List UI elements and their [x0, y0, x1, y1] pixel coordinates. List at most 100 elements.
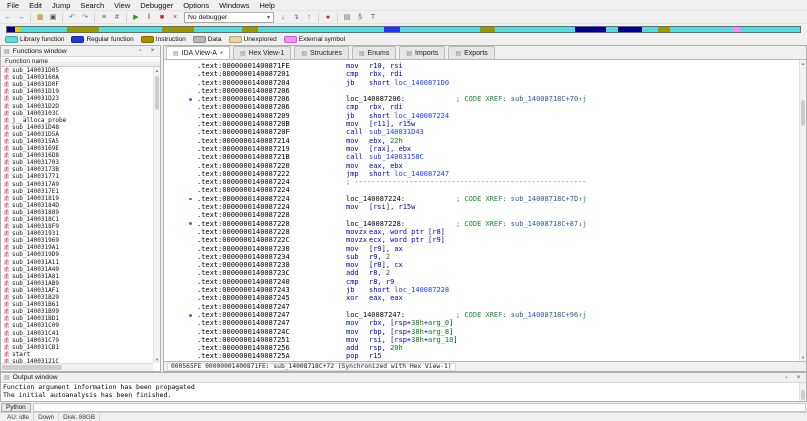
function-list-item[interactable]: f sub_140031D0F: [1, 81, 153, 88]
function-list-item[interactable]: f sub_140031B61: [1, 301, 153, 308]
asm-line[interactable]: .text:0000000140087243 jb short loc_140087…: [164, 286, 799, 294]
function-list-item[interactable]: f sub_140031C79: [1, 337, 153, 344]
function-list-item[interactable]: f sub_140031D48: [1, 124, 153, 131]
asm-line[interactable]: .text:0000000140087206 loc_140087206: ; CO…: [164, 95, 799, 103]
function-list-item[interactable]: f start: [1, 351, 153, 358]
scroll-down-icon[interactable]: ▼: [800, 354, 806, 361]
open-file-icon[interactable]: ▦: [34, 12, 46, 23]
function-list-item[interactable]: f sub_1400319D9: [1, 251, 153, 258]
asm-line[interactable]: .text:000000014008720B mov [r11], r15w: [164, 120, 799, 128]
function-list-item[interactable]: f sub_140031D23: [1, 95, 153, 102]
close-icon[interactable]: ×: [794, 373, 803, 382]
disassembly-vertical-scrollbar[interactable]: ▲ ▼: [799, 60, 806, 361]
menu-debugger[interactable]: Debugger: [135, 0, 178, 10]
asm-line[interactable]: .text:0000000140087224 loc_140087224: ; CO…: [164, 195, 799, 203]
menu-windows[interactable]: Windows: [214, 0, 254, 10]
asm-line[interactable]: .text:0000000140087251 mov rsi, [rsp+38h+a…: [164, 336, 799, 344]
function-list-item[interactable]: f sub_140031703: [1, 159, 153, 166]
function-list-item[interactable]: f sub_14003160A: [1, 74, 153, 81]
function-list-item[interactable]: f sub_1400318C1: [1, 216, 153, 223]
function-list-item[interactable]: f sub_14003169E: [1, 145, 153, 152]
function-list-item[interactable]: f sub_140031A81: [1, 273, 153, 280]
function-name-column-header[interactable]: Function name: [1, 57, 160, 67]
breakpoints-icon[interactable]: ●: [322, 12, 334, 23]
asm-line[interactable]: .text:0000000140087209 jb short loc_140087…: [164, 112, 799, 120]
pause-process-icon[interactable]: ‖: [143, 12, 155, 23]
type-libraries-icon[interactable]: T: [367, 12, 379, 23]
function-list-item[interactable]: f sub_1400319A1: [1, 244, 153, 251]
asm-line[interactable]: .text:0000000140087234 sub r9, 2: [164, 253, 799, 261]
asm-line[interactable]: .text:0000000140087224 ; ----------------…: [164, 178, 799, 186]
output-scroll-thumb[interactable]: [801, 390, 805, 400]
asm-line[interactable]: .text:0000000140087220 mov eax, ebx: [164, 162, 799, 170]
function-list-item[interactable]: f sub_14003184D: [1, 202, 153, 209]
navigation-band[interactable]: [6, 26, 801, 33]
forward-icon[interactable]: →: [15, 12, 27, 23]
asm-line[interactable]: .text:0000000140087247 mov rbx, [rsp+38h+a…: [164, 319, 799, 327]
asm-line[interactable]: .text:0000000140087204 jb short loc_140087…: [164, 79, 799, 87]
functions-horizontal-scrollbar[interactable]: [1, 363, 153, 371]
function-list-item[interactable]: f sub_140031D05: [1, 67, 153, 74]
function-list-item[interactable]: f sub_14003103C: [1, 110, 153, 117]
asm-line[interactable]: .text:0000000140087224: [164, 186, 799, 194]
function-list-item[interactable]: f sub_140031A11: [1, 259, 153, 266]
menu-help[interactable]: Help: [255, 0, 280, 10]
step-into-icon[interactable]: ↓: [277, 12, 289, 23]
asm-line[interactable]: .text:0000000140087222 jmp short loc_14008…: [164, 170, 799, 178]
function-list-item[interactable]: f j__alloca_probe: [1, 117, 153, 124]
save-icon[interactable]: ▣: [47, 12, 59, 23]
python-button[interactable]: Python: [1, 402, 31, 412]
run-until-return-icon[interactable]: ↑: [303, 12, 315, 23]
function-list-item[interactable]: f sub_140031CB1: [1, 344, 153, 351]
asm-line[interactable]: .text:0000000140087201 cmp rbx, rdi: [164, 70, 799, 78]
asm-line[interactable]: .text:00000001400871FE mov r10, rsi: [164, 62, 799, 70]
asm-line[interactable]: .text:0000000140087219 mov [rax], ebx: [164, 145, 799, 153]
search-text-icon[interactable]: ≡: [98, 12, 110, 23]
close-icon[interactable]: ×: [148, 47, 157, 56]
signatures-icon[interactable]: §: [354, 12, 366, 23]
asm-line[interactable]: .text:0000000140087256 add rsp, 20h: [164, 344, 799, 352]
scroll-up-icon[interactable]: ▲: [154, 67, 160, 74]
function-list-item[interactable]: f sub_140031B29: [1, 294, 153, 301]
tab-exports[interactable]: ▤ Exports: [448, 46, 495, 59]
asm-line[interactable]: .text:0000000140087245 xor eax, eax: [164, 294, 799, 302]
python-input[interactable]: [32, 402, 806, 412]
menu-view[interactable]: View: [109, 0, 135, 10]
stop-process-icon[interactable]: ■: [156, 12, 168, 23]
menu-options[interactable]: Options: [178, 0, 214, 10]
asm-line[interactable]: .text:000000014008720F call sub_140031D43: [164, 128, 799, 136]
asm-line[interactable]: .text:0000000140087247: [164, 303, 799, 311]
function-list-item[interactable]: f sub_140031C09: [1, 322, 153, 329]
menu-jump[interactable]: Jump: [47, 0, 75, 10]
function-list-item[interactable]: f sub_1400318F9: [1, 223, 153, 230]
tab-ida-view-a[interactable]: ▤ IDA View-A ●: [166, 46, 230, 59]
jump-back-icon[interactable]: ↶: [66, 12, 78, 23]
output-vertical-scrollbar[interactable]: [799, 383, 806, 401]
function-list-item[interactable]: f sub_140031819: [1, 195, 153, 202]
function-list-item[interactable]: f sub_14003173B: [1, 166, 153, 173]
asm-line[interactable]: .text:0000000140087240 cmp r8, r9: [164, 278, 799, 286]
segments-icon[interactable]: ▤: [341, 12, 353, 23]
search-binary-icon[interactable]: #: [111, 12, 123, 23]
functions-hscroll-thumb[interactable]: [2, 365, 62, 370]
asm-line[interactable]: .text:000000014008725A pop r15: [164, 352, 799, 360]
jump-forward-icon[interactable]: ↷: [79, 12, 91, 23]
asm-line[interactable]: .text:000000014008721B call sub_14003158C: [164, 153, 799, 161]
function-list-item[interactable]: f sub_140031B99: [1, 308, 153, 315]
asm-line[interactable]: .text:0000000140087230 mov [r9], ax: [164, 245, 799, 253]
tab-imports[interactable]: ▤ Imports: [399, 46, 446, 59]
dock-icon[interactable]: ▫: [782, 373, 791, 382]
tab-hex-view-1[interactable]: ▤ Hex View-1: [232, 46, 292, 59]
scroll-down-icon[interactable]: ▼: [154, 356, 160, 363]
function-list-item[interactable]: f sub_140031D19: [1, 88, 153, 95]
function-list-item[interactable]: f sub_140031A49: [1, 266, 153, 273]
menu-edit[interactable]: Edit: [24, 0, 47, 10]
asm-line[interactable]: .text:000000014008724C mov rbp, [rsp+38h+a…: [164, 328, 799, 336]
scroll-up-icon[interactable]: ▲: [800, 60, 806, 67]
start-process-icon[interactable]: ▶: [130, 12, 142, 23]
asm-line[interactable]: .text:0000000140087228 loc_140087228: ; CO…: [164, 220, 799, 228]
asm-line[interactable]: .text:0000000140087224 mov [rsi], r15w: [164, 203, 799, 211]
asm-line[interactable]: .text:0000000140087228: [164, 211, 799, 219]
function-list-item[interactable]: f sub_1400317A9: [1, 181, 153, 188]
back-icon[interactable]: ←: [2, 12, 14, 23]
